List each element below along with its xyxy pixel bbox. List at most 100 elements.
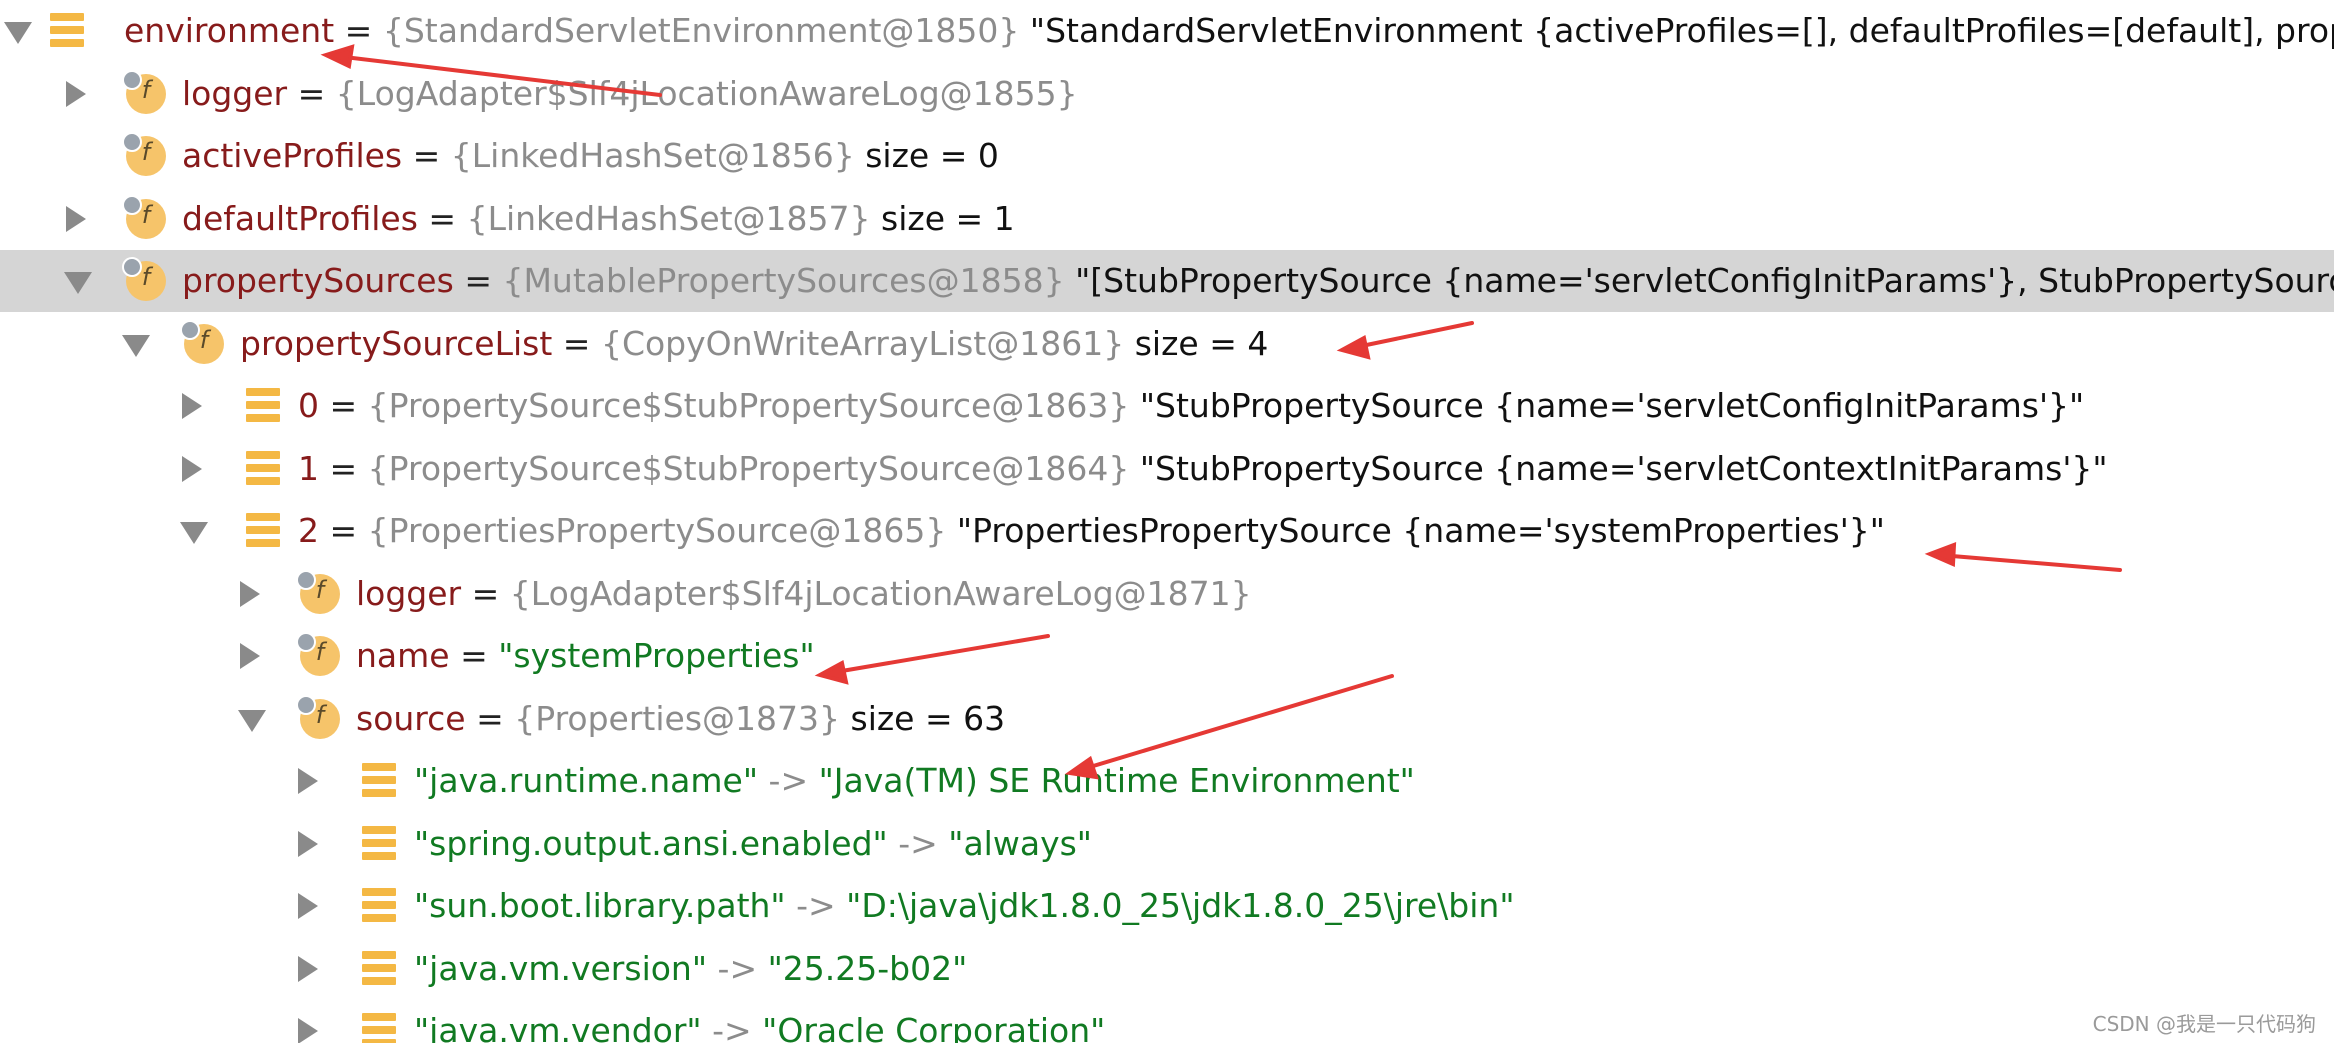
list-icon (50, 11, 90, 51)
map-value: "Java(TM) SE Runtime Environment" (818, 761, 1415, 800)
list-icon (362, 824, 402, 864)
variable-name: name (356, 636, 450, 675)
collapse-arrow-icon[interactable] (240, 643, 260, 669)
variable-name: activeProfiles (182, 136, 403, 175)
row-text: environment = {StandardServletEnvironmen… (124, 9, 2334, 53)
field-icon: f (296, 632, 340, 676)
variable-value: "PropertiesPropertySource {name='systemP… (956, 511, 1885, 550)
map-value: "Oracle Corporation" (762, 1011, 1106, 1043)
collapse-arrow-icon[interactable] (182, 393, 202, 419)
variable-name: 0 (298, 386, 319, 425)
equals-sign: = (460, 636, 488, 675)
row-text: "java.vm.vendor" -> "Oracle Corporation" (414, 1009, 1105, 1043)
variable-name: propertySourceList (240, 324, 553, 363)
variable-name: 2 (298, 511, 319, 550)
collapse-arrow-icon[interactable] (298, 768, 318, 794)
variable-type: {PropertySource$StubPropertySource@1864} (367, 449, 1130, 488)
variable-name: logger (356, 574, 462, 613)
tree-row-map-entry[interactable]: "java.vm.version" -> "25.25-b02" (0, 938, 2334, 1000)
field-icon: f (122, 257, 166, 301)
tree-row-source[interactable]: f source = {Properties@1873} size = 63 (0, 688, 2334, 750)
equals-sign: = (344, 11, 373, 50)
map-value: "always" (948, 824, 1092, 863)
row-text: 2 = {PropertiesPropertySource@1865} "Pro… (298, 509, 1885, 553)
collapse-arrow-icon[interactable] (240, 581, 260, 607)
tree-row-environment[interactable]: environment = {StandardServletEnvironmen… (0, 0, 2334, 62)
map-key: "sun.boot.library.path" (414, 886, 786, 925)
collapse-arrow-icon[interactable] (298, 956, 318, 982)
variable-value: "[StubPropertySource {name='servletConfi… (1075, 261, 2334, 300)
list-icon (246, 386, 286, 426)
tree-row-activeprofiles[interactable]: f activeProfiles = {LinkedHashSet@1856} … (0, 125, 2334, 187)
variable-value: "StubPropertySource {name='servletConfig… (1139, 386, 2085, 425)
variable-type: {LinkedHashSet@1856} (450, 136, 855, 175)
variable-type: {CopyOnWriteArrayList@1861} (600, 324, 1125, 363)
collapse-arrow-icon[interactable] (298, 831, 318, 857)
tree-row-map-entry[interactable]: "sun.boot.library.path" -> "D:\java\jdk1… (0, 875, 2334, 937)
map-arrow: -> (796, 886, 836, 925)
map-key: "java.vm.vendor" (414, 1011, 702, 1043)
list-icon (246, 449, 286, 489)
list-icon (246, 511, 286, 551)
expand-arrow-icon[interactable] (122, 335, 150, 357)
tree-row-propertysources[interactable]: f propertySources = {MutablePropertySour… (0, 250, 2334, 312)
expand-arrow-icon[interactable] (64, 272, 92, 294)
field-icon: f (296, 570, 340, 614)
tree-row-map-entry[interactable]: "java.runtime.name" -> "Java(TM) SE Runt… (0, 750, 2334, 812)
field-icon: f (122, 70, 166, 114)
row-text: logger = {LogAdapter$Slf4jLocationAwareL… (356, 572, 1252, 616)
watermark: CSDN @我是一只代码狗 (2092, 1012, 2316, 1036)
variable-type: {PropertiesPropertySource@1865} (367, 511, 947, 550)
variable-type: {MutablePropertySources@1858} (502, 261, 1065, 300)
tree-row-propertysourcelist[interactable]: f propertySourceList = {CopyOnWriteArray… (0, 313, 2334, 375)
field-icon: f (122, 132, 166, 176)
variable-name: propertySources (182, 261, 454, 300)
equals-sign: = (329, 511, 358, 550)
collapse-arrow-icon[interactable] (298, 893, 318, 919)
variable-value: size = 63 (850, 699, 1006, 738)
map-arrow: -> (712, 1011, 752, 1043)
row-text: 1 = {PropertySource$StubPropertySource@1… (298, 447, 2108, 491)
field-icon: f (122, 195, 166, 239)
map-value: "D:\java\jdk1.8.0_25\jdk1.8.0_25\jre\bin… (846, 886, 1515, 925)
variable-type: {LogAdapter$Slf4jLocationAwareLog@1871} (509, 574, 1252, 613)
tree-row-name[interactable]: f name = "systemProperties" (0, 625, 2334, 687)
map-arrow: -> (768, 761, 809, 800)
list-icon (362, 761, 402, 801)
list-icon (362, 949, 402, 989)
variable-name: 1 (298, 449, 319, 488)
variable-name: logger (182, 74, 288, 113)
row-text: defaultProfiles = {LinkedHashSet@1857} s… (182, 197, 1015, 241)
tree-row-map-entry[interactable]: "java.vm.vendor" -> "Oracle Corporation" (0, 1000, 2334, 1043)
row-text: "java.vm.version" -> "25.25-b02" (414, 947, 967, 991)
row-text: logger = {LogAdapter$Slf4jLocationAwareL… (182, 72, 1078, 116)
expand-arrow-icon[interactable] (180, 522, 208, 544)
variable-type: {StandardServletEnvironment@1850} (382, 11, 1020, 50)
tree-row-defaultprofiles[interactable]: f defaultProfiles = {LinkedHashSet@1857}… (0, 188, 2334, 250)
collapse-arrow-icon[interactable] (298, 1018, 318, 1043)
tree-row-map-entry[interactable]: "spring.output.ansi.enabled" -> "always" (0, 813, 2334, 875)
row-text: propertySources = {MutablePropertySource… (182, 259, 2334, 303)
expand-arrow-icon[interactable] (238, 710, 266, 732)
tree-row-logger-nested[interactable]: f logger = {LogAdapter$Slf4jLocationAwar… (0, 563, 2334, 625)
collapse-arrow-icon[interactable] (182, 456, 202, 482)
variable-type: {Properties@1873} (514, 699, 840, 738)
tree-row-item-1[interactable]: 1 = {PropertySource$StubPropertySource@1… (0, 438, 2334, 500)
collapse-arrow-icon[interactable] (66, 206, 86, 232)
tree-row-logger[interactable]: f logger = {LogAdapter$Slf4jLocationAwar… (0, 63, 2334, 125)
variable-name: defaultProfiles (182, 199, 418, 238)
equals-sign: = (562, 324, 591, 363)
row-text: propertySourceList = {CopyOnWriteArrayLi… (240, 322, 1268, 366)
variable-type: {LogAdapter$Slf4jLocationAwareLog@1855} (335, 74, 1078, 113)
tree-row-item-0[interactable]: 0 = {PropertySource$StubPropertySource@1… (0, 375, 2334, 437)
variable-type: {LinkedHashSet@1857} (466, 199, 871, 238)
row-text: 0 = {PropertySource$StubPropertySource@1… (298, 384, 2084, 428)
map-key: "java.runtime.name" (414, 761, 759, 800)
row-text: "java.runtime.name" -> "Java(TM) SE Runt… (414, 759, 1415, 803)
collapse-arrow-icon[interactable] (66, 81, 86, 107)
equals-sign: = (471, 574, 500, 613)
list-icon (362, 886, 402, 926)
string-value: "systemProperties" (498, 636, 815, 675)
expand-arrow-icon[interactable] (4, 22, 32, 44)
tree-row-item-2[interactable]: 2 = {PropertiesPropertySource@1865} "Pro… (0, 500, 2334, 562)
